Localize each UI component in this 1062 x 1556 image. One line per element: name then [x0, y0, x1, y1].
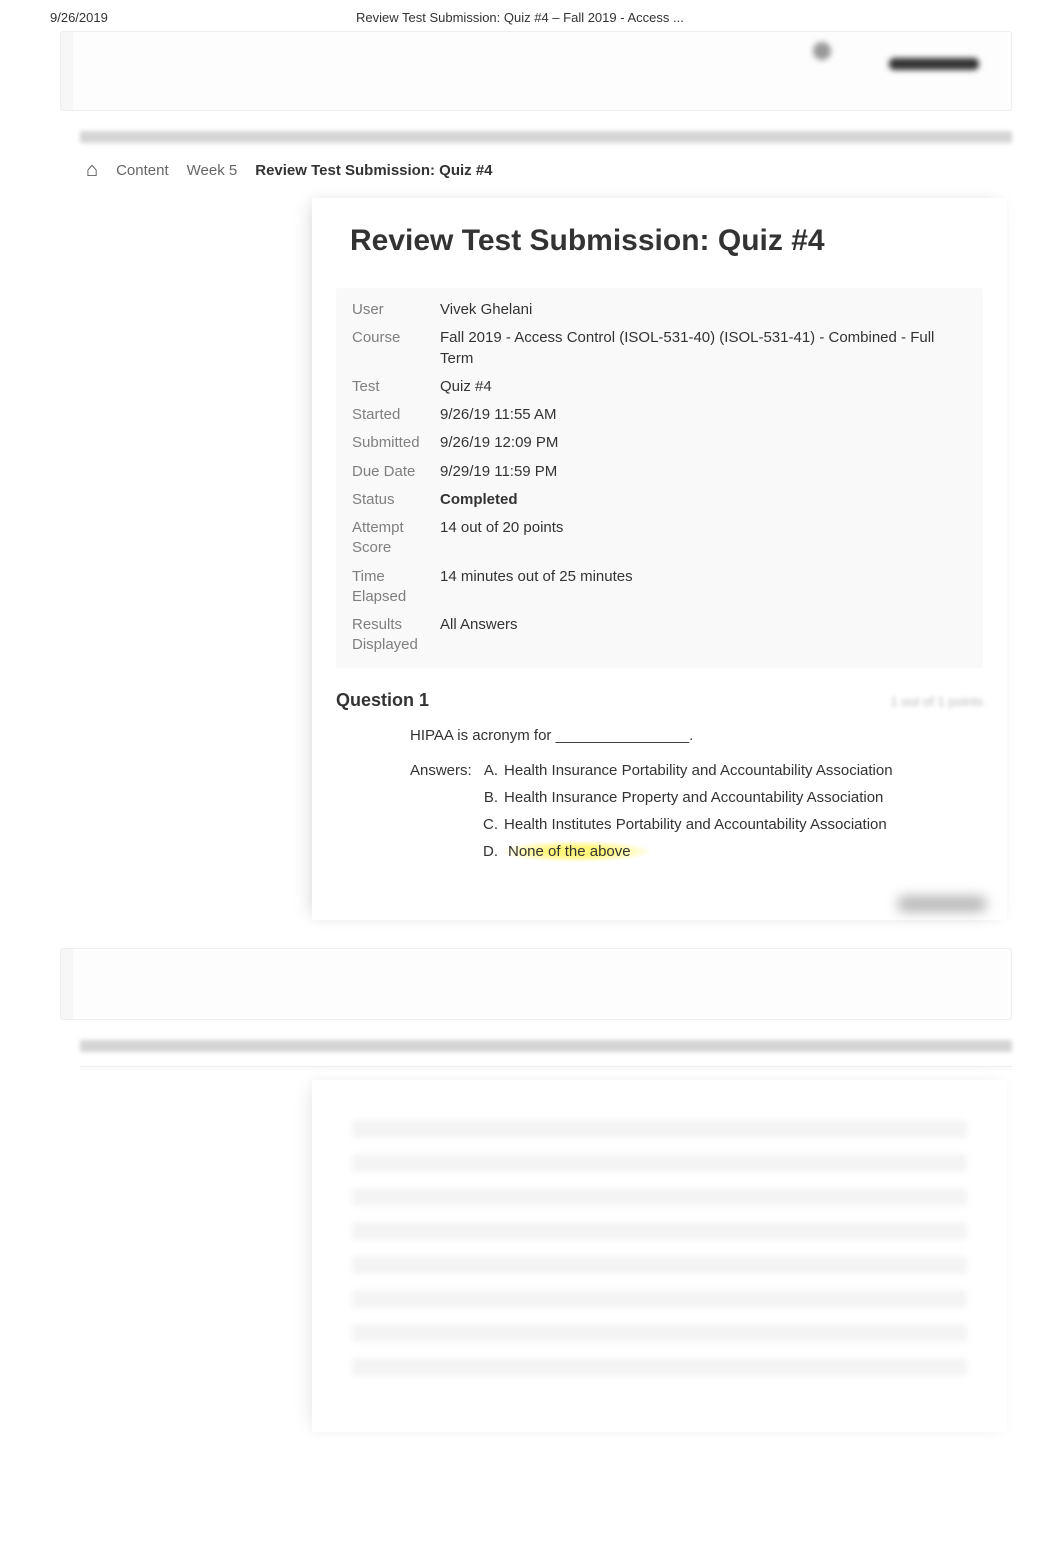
breadcrumb-content[interactable]: Content — [116, 162, 169, 179]
highlighted-answer: None of the above — [504, 841, 649, 862]
blurred-content-card — [312, 1080, 1007, 1432]
info-row-submitted: Submitted 9/26/19 12:09 PM — [336, 429, 983, 457]
info-label: Status — [352, 490, 440, 510]
info-label: Course — [352, 328, 440, 369]
info-label: Results Displayed — [352, 615, 440, 656]
answer-text: Health Insurance Portability and Account… — [504, 762, 983, 779]
blurred-line — [352, 1324, 967, 1342]
info-label: Time Elapsed — [352, 567, 440, 608]
answers-label: Answers: — [410, 762, 480, 870]
question-body: HIPAA is acronym for ________________. A… — [312, 727, 1007, 880]
answer-option-d: D. None of the above — [480, 843, 983, 860]
info-row-test: Test Quiz #4 — [336, 373, 983, 401]
info-value: 9/26/19 12:09 PM — [440, 433, 967, 453]
blurred-line — [352, 1154, 967, 1172]
home-icon[interactable]: ⌂ — [86, 159, 98, 182]
blurred-line — [352, 1358, 967, 1376]
bottom-button-blur — [897, 896, 987, 912]
info-row-status: Status Completed — [336, 486, 983, 514]
answer-option-c: C. Health Institutes Portability and Acc… — [480, 816, 983, 833]
answer-text: Health Insurance Property and Accountabi… — [504, 789, 983, 806]
blurred-line — [352, 1256, 967, 1274]
answer-letter: A. — [480, 762, 504, 779]
info-value: 14 minutes out of 25 minutes — [440, 567, 967, 608]
question-header: Question 1 1 out of 1 points — [312, 684, 1007, 721]
submission-info-table: User Vivek Ghelani Course Fall 2019 - Ac… — [336, 288, 983, 668]
answers-list: A. Health Insurance Portability and Acco… — [480, 762, 983, 870]
blurred-line — [352, 1290, 967, 1308]
blurred-line — [352, 1188, 967, 1206]
print-title: Review Test Submission: Quiz #4 – Fall 2… — [356, 10, 684, 25]
answer-letter: D. — [480, 843, 504, 860]
blur-divider — [80, 1066, 1012, 1070]
info-label: Test — [352, 377, 440, 397]
info-label: Started — [352, 405, 440, 425]
answer-option-b: B. Health Insurance Property and Account… — [480, 789, 983, 806]
info-row-score: Attempt Score 14 out of 20 points — [336, 514, 983, 563]
breadcrumb-current: Review Test Submission: Quiz #4 — [255, 162, 492, 179]
answer-text: None of the above — [504, 843, 983, 860]
subheader-band — [80, 131, 1012, 143]
print-date: 9/26/2019 — [50, 10, 108, 25]
info-value: 9/29/19 11:59 PM — [440, 462, 967, 482]
info-label: Attempt Score — [352, 518, 440, 559]
info-row-course: Course Fall 2019 - Access Control (ISOL-… — [336, 324, 983, 373]
info-value: Vivek Ghelani — [440, 300, 967, 320]
content-card: Review Test Submission: Quiz #4 User Viv… — [312, 198, 1007, 920]
blurred-line — [352, 1120, 967, 1138]
info-value: 9/26/19 11:55 AM — [440, 405, 967, 425]
print-header: 9/26/2019 Review Test Submission: Quiz #… — [0, 0, 1062, 31]
question-stem: HIPAA is acronym for ________________. — [410, 727, 983, 744]
info-value: Completed — [440, 490, 967, 510]
header-frame — [60, 31, 1012, 111]
answer-text: Health Institutes Portability and Accoun… — [504, 816, 983, 833]
answer-option-a: A. Health Insurance Portability and Acco… — [480, 762, 983, 779]
info-row-user: User Vivek Ghelani — [336, 296, 983, 324]
answer-letter: C. — [480, 816, 504, 833]
info-value: All Answers — [440, 615, 967, 656]
blurred-line — [352, 1222, 967, 1240]
info-label: Due Date — [352, 462, 440, 482]
info-row-started: Started 9/26/19 11:55 AM — [336, 401, 983, 429]
info-row-time: Time Elapsed 14 minutes out of 25 minute… — [336, 563, 983, 612]
answer-letter: B. — [480, 789, 504, 806]
page-title: Review Test Submission: Quiz #4 — [312, 224, 1007, 288]
info-value: Fall 2019 - Access Control (ISOL-531-40)… — [440, 328, 967, 369]
header-button-blur — [889, 58, 979, 70]
info-row-due: Due Date 9/29/19 11:59 PM — [336, 458, 983, 486]
breadcrumb: ⌂ Content Week 5 Review Test Submission:… — [0, 143, 1062, 198]
info-label: User — [352, 300, 440, 320]
avatar-icon — [813, 42, 831, 60]
question-title: Question 1 — [336, 690, 429, 711]
breadcrumb-week[interactable]: Week 5 — [187, 162, 238, 179]
info-label: Submitted — [352, 433, 440, 453]
footer-band — [80, 1040, 1012, 1052]
info-value: 14 out of 20 points — [440, 518, 967, 559]
info-row-results: Results Displayed All Answers — [336, 611, 983, 660]
footer-frame — [60, 948, 1012, 1020]
question-points: 1 out of 1 points — [890, 694, 983, 709]
info-value: Quiz #4 — [440, 377, 967, 397]
